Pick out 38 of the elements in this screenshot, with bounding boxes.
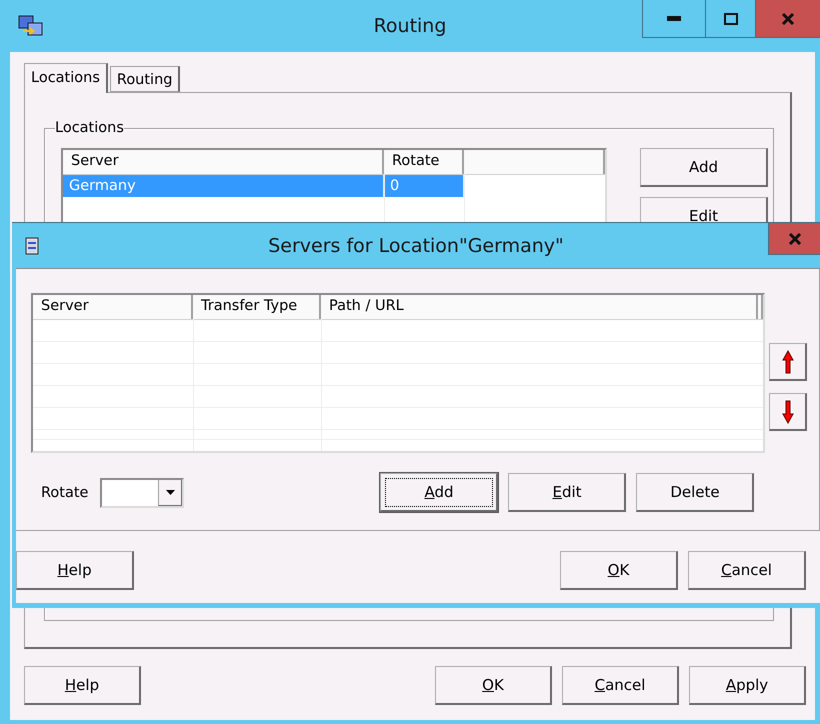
minimize-icon (667, 16, 681, 22)
caret-icon (166, 490, 175, 494)
move-up-button[interactable] (769, 343, 807, 381)
column-header[interactable]: Server (33, 295, 193, 319)
close-button[interactable] (755, 0, 820, 38)
tab[interactable]: Routing (110, 66, 180, 92)
dialog-button[interactable]: Help (24, 666, 141, 705)
minimize-button[interactable] (642, 0, 705, 38)
app-icon (18, 14, 44, 38)
dialog-button[interactable]: Cancel (688, 551, 806, 590)
maximize-button[interactable] (705, 0, 755, 38)
dialog-button[interactable]: Help (16, 551, 134, 590)
column-header[interactable]: Rotate (384, 150, 464, 174)
dialog-button[interactable]: Cancel (562, 666, 679, 705)
tab[interactable]: Locations (24, 63, 108, 93)
rotate-label: Rotate (41, 484, 88, 500)
dialog-title: Servers for Location"Germany" (267, 234, 565, 256)
list-button[interactable]: Add (380, 473, 498, 512)
dialog-button[interactable]: Apply (689, 666, 806, 705)
rotate-dropdown[interactable] (100, 478, 184, 508)
window-title: Routing (372, 15, 448, 37)
move-down-button[interactable] (769, 393, 807, 431)
list-button[interactable]: Edit (508, 473, 626, 512)
dialog-button[interactable]: OK (435, 666, 552, 705)
column-header[interactable]: Transfer Type (193, 295, 321, 319)
column-header[interactable]: Path / URL (321, 295, 758, 319)
column-header[interactable]: Server (63, 150, 384, 174)
group-title: Locations (55, 120, 124, 136)
dialog-button[interactable]: OK (560, 551, 678, 590)
maximize-icon (724, 12, 738, 24)
side-button[interactable]: Add (640, 148, 768, 187)
close-icon (788, 232, 802, 244)
list-button[interactable]: Delete (636, 473, 754, 512)
close-icon (781, 12, 795, 24)
close-button[interactable] (768, 223, 820, 255)
servers-list[interactable]: Server Transfer Type Path / URL (31, 293, 765, 453)
up-arrow-icon (782, 350, 794, 374)
down-arrow-icon (782, 400, 794, 424)
